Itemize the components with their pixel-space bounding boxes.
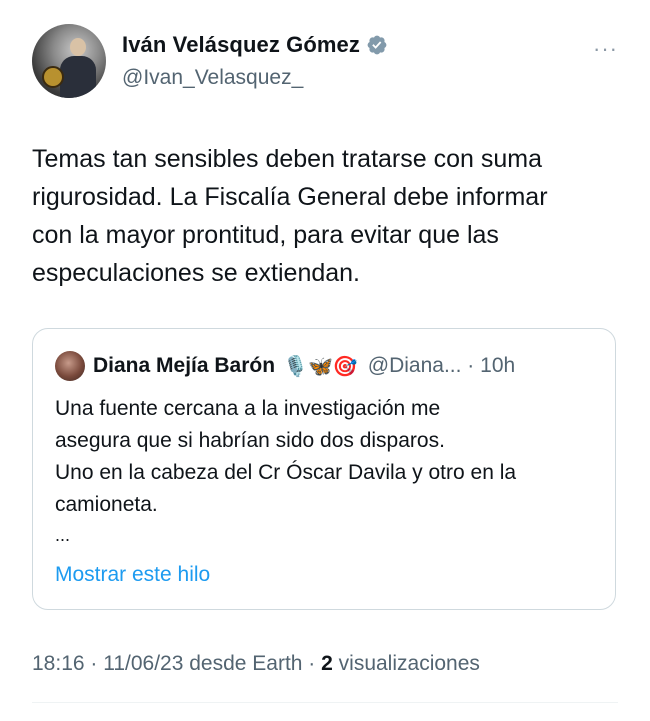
avatar-seal — [42, 66, 64, 88]
quoted-tweet-text: Una fuente cercana a la investigación me… — [55, 393, 605, 521]
quoted-text-line: asegura que si habrían sido dos disparos… — [55, 429, 445, 452]
tweet-timestamp[interactable]: 18:16 · 11/06/23 desde Earth · — [32, 652, 321, 675]
tweet-text-line: rigurosidad. La Fiscalía General debe in… — [32, 183, 548, 211]
avatar-head — [70, 38, 86, 56]
author-handle[interactable]: @Ivan_Velasquez_ — [122, 66, 303, 90]
author-avatar[interactable] — [32, 24, 106, 98]
quoted-text-line: camioneta. — [55, 493, 158, 516]
quoted-author-name: Diana Mejía Barón — [93, 354, 276, 377]
quoted-author-emojis: 🎙️🦋🎯 — [283, 354, 358, 378]
quoted-author-avatar[interactable] — [55, 351, 85, 381]
show-thread-link[interactable]: Mostrar este hilo — [55, 563, 210, 587]
quoted-text-ellipsis: ... — [55, 525, 71, 545]
quoted-text-line: Una fuente cercana a la investigación me — [55, 397, 441, 420]
tweet-text-line: especulaciones se extiendan. — [32, 259, 361, 287]
tweet-header: Iván Velásquez Gómez @Ivan_Velasquez_ ··… — [32, 22, 618, 102]
tweet-text: Temas tan sensibles deben tratarse con s… — [32, 140, 622, 292]
more-options-icon[interactable]: ··· — [593, 36, 618, 62]
quoted-author-handle-time: @Diana... · 10h — [367, 354, 516, 377]
author-name[interactable]: Iván Velásquez Gómez — [122, 32, 360, 58]
quoted-tweet-card[interactable]: Diana Mejía Barón 🎙️🦋🎯 @Diana... · 10h U… — [32, 328, 616, 610]
tweet-meta: 18:16 · 11/06/23 desde Earth · 2 visuali… — [32, 652, 480, 676]
verified-badge-icon — [367, 35, 387, 55]
views-label: visualizaciones — [332, 652, 480, 675]
divider — [32, 702, 618, 703]
author-name-row: Iván Velásquez Gómez — [122, 32, 388, 58]
views-count: 2 — [321, 652, 333, 675]
tweet-text-line: con la mayor prontitud, para evitar que … — [32, 221, 499, 249]
tweet-text-line: Temas tan sensibles deben tratarse con s… — [32, 145, 542, 173]
quoted-tweet-header: Diana Mejía Barón 🎙️🦋🎯 @Diana... · 10h — [55, 351, 515, 381]
avatar-figure — [60, 56, 96, 98]
quoted-text-line: Uno en la cabeza del Cr Óscar Davila y o… — [55, 461, 517, 484]
